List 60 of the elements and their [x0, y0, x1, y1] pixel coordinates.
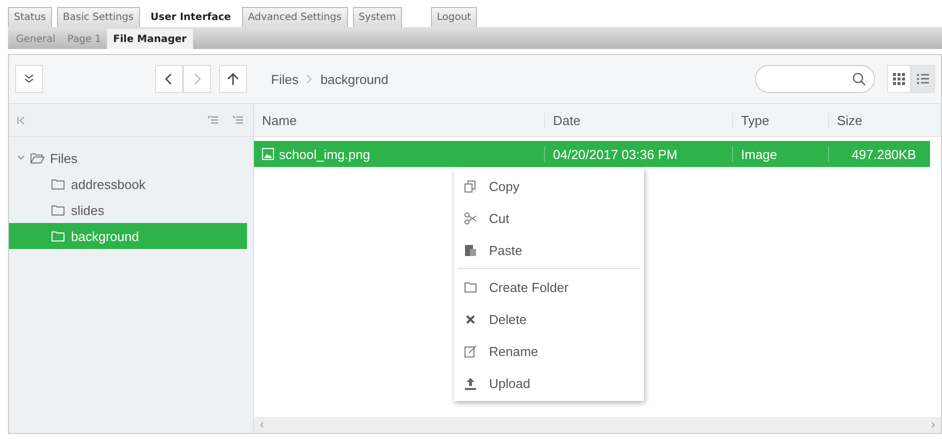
upload-icon [464, 376, 477, 390]
menu-item[interactable]: Upload [454, 367, 644, 399]
chevron-left-icon [164, 73, 174, 85]
arrow-up-icon [227, 72, 239, 86]
main-tab[interactable]: System [352, 7, 402, 27]
copy-icon [464, 180, 477, 192]
folder-icon [30, 152, 45, 164]
menu-item[interactable]: Copy [454, 170, 644, 202]
search-field[interactable] [755, 65, 875, 93]
back-button[interactable] [155, 65, 183, 93]
main-tab[interactable]: Advanced Settings [242, 7, 348, 27]
file-name: school_img.png [279, 146, 370, 162]
collapse-icon[interactable] [17, 116, 25, 124]
column-header[interactable]: Name [254, 112, 544, 128]
grid-icon [893, 73, 905, 85]
chevron-right-icon [306, 74, 312, 84]
main-tab[interactable]: Basic Settings [56, 7, 140, 27]
folder-icon [464, 280, 477, 294]
search-icon [852, 72, 866, 86]
column-header[interactable]: Size [828, 112, 924, 128]
image-file-icon [262, 148, 274, 160]
x-icon [464, 312, 477, 326]
scroll-left-icon[interactable] [260, 422, 264, 428]
menu-item[interactable]: Create Folder [454, 271, 644, 303]
list-icon [917, 73, 929, 85]
folder-icon [51, 230, 66, 242]
tree-item[interactable]: addressbook [9, 171, 253, 197]
list-view-button[interactable] [911, 65, 935, 93]
up-button[interactable] [219, 65, 247, 93]
list-icon[interactable] [232, 115, 243, 125]
scroll-right-icon[interactable] [931, 422, 935, 428]
list-icon[interactable] [207, 115, 218, 125]
breadcrumb-link[interactable]: Files [271, 72, 298, 86]
cut-icon [464, 212, 477, 224]
folder-icon [51, 178, 66, 190]
main-tab[interactable]: Status [8, 7, 52, 27]
folder-icon [51, 204, 66, 216]
date-cell: 04/20/2017 03:36 PM [544, 146, 732, 162]
tree-item[interactable]: Files [9, 145, 253, 171]
menu-item[interactable]: Rename [454, 335, 644, 367]
size-cell: 497.280KB [828, 146, 924, 162]
expand-button[interactable] [15, 65, 43, 93]
menu-item[interactable]: Paste [454, 234, 644, 266]
column-header[interactable]: Date [544, 112, 732, 128]
menu-item[interactable]: Cut [454, 202, 644, 234]
paste-icon [464, 244, 477, 256]
edit-icon [464, 344, 477, 358]
grid-view-button[interactable] [887, 65, 911, 93]
tree-item[interactable]: slides [9, 197, 253, 223]
menu-item[interactable]: Delete [454, 303, 644, 335]
breadcrumb-link[interactable]: background [320, 72, 388, 86]
logout-tab[interactable]: Logout [430, 7, 478, 27]
sub-tab[interactable]: File Manager [107, 29, 193, 49]
forward-button[interactable] [183, 65, 211, 93]
double-chevron-icon [23, 73, 35, 85]
chevron-right-icon [192, 73, 202, 85]
type-cell: Image [732, 146, 828, 162]
column-header[interactable]: Type [732, 112, 828, 128]
expand-chevron-icon [17, 155, 25, 161]
horizontal-scrollbar[interactable] [254, 417, 941, 433]
